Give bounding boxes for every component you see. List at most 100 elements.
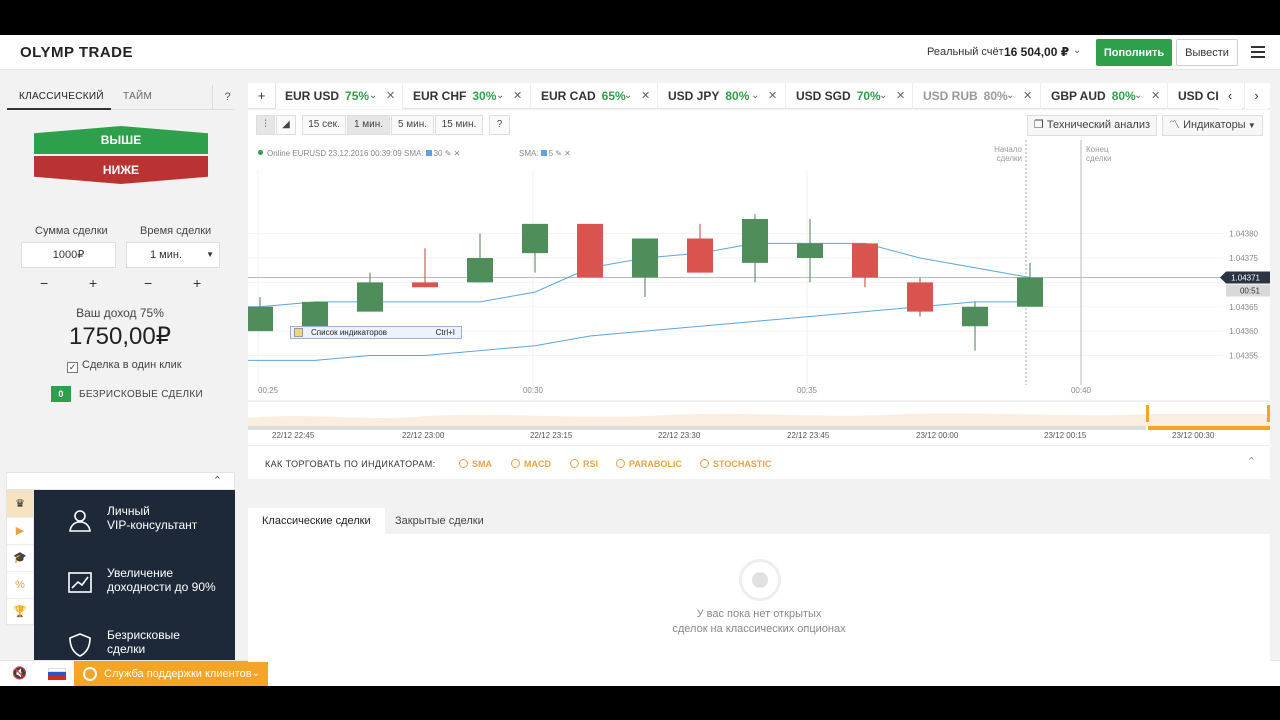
tech-analysis-button[interactable]: ❐ Технический анализ xyxy=(1027,115,1158,136)
asset-tab-eurcad[interactable]: EUR CAD 65% ⌄ ✕ xyxy=(531,83,658,109)
play-icon[interactable]: ▶ xyxy=(7,518,33,545)
asset-payout: 65% xyxy=(601,89,626,103)
lower-button[interactable]: НИЖЕ xyxy=(34,156,208,184)
asset-tab-usdsgd[interactable]: USD SGD 70% ⌄ ✕ xyxy=(786,83,913,109)
interval-15m[interactable]: 15 мин. xyxy=(435,115,483,135)
chevron-down-icon[interactable]: ⌄ xyxy=(751,83,759,109)
caret-down-icon: ▼ xyxy=(206,250,214,259)
edit-icon[interactable]: ✎ xyxy=(555,149,562,158)
account-balance[interactable]: 16 504,00 ₽ xyxy=(1004,45,1069,59)
candle-body xyxy=(577,223,603,278)
promo-vip[interactable]: Личный VIP-консультант xyxy=(34,490,235,552)
tab-classic-deals[interactable]: Классические сделки xyxy=(248,508,385,534)
scroll-left-arrow-icon[interactable]: ‹ xyxy=(1218,83,1242,109)
chevron-down-icon[interactable]: ⌄ xyxy=(496,83,504,109)
asset-name: USD SGD xyxy=(796,89,851,103)
strategy-stochastic[interactable]: STOCHASTIC xyxy=(700,459,771,469)
amount-label: Сумма сделки xyxy=(35,225,108,237)
strategy-parabolic[interactable]: PARABOLIC xyxy=(616,459,682,469)
graduation-icon[interactable]: 🎓 xyxy=(7,545,33,572)
risk-free-deals[interactable]: 0 БЕЗРИСКОВЫЕ СДЕЛКИ xyxy=(51,386,203,402)
active-tab-indicator xyxy=(7,108,111,110)
chevron-down-icon[interactable]: ⌄ xyxy=(624,83,632,109)
asset-tab-eurusd[interactable]: EUR USD 75% ⌄ ✕ xyxy=(276,83,403,109)
sound-off-icon[interactable]: 🔇 xyxy=(12,666,27,680)
add-asset-button[interactable]: + xyxy=(248,83,276,109)
hamburger-menu-icon[interactable] xyxy=(1251,46,1265,58)
chevron-up-icon[interactable]: ⌃ xyxy=(213,474,222,487)
interval-1m[interactable]: 1 мин. xyxy=(347,115,390,135)
chevron-down-icon[interactable]: ⌄ xyxy=(1134,83,1142,109)
tab-time[interactable]: ТАЙМ xyxy=(123,91,152,102)
amount-input[interactable]: 1000₽ xyxy=(21,242,116,268)
higher-button[interactable]: ВЫШЕ xyxy=(34,126,208,154)
time-navigator[interactable]: 22/12 22:45 22/12 23:00 22/12 23:15 22/1… xyxy=(248,401,1270,445)
withdraw-button[interactable]: Вывести xyxy=(1176,39,1238,66)
indicators-dropdown[interactable]: 〽 Индикаторы ▼ xyxy=(1162,115,1263,136)
sma-color-swatch xyxy=(540,150,547,156)
close-icon[interactable]: ✕ xyxy=(896,83,905,109)
y-tick-label: 1.04380 xyxy=(1229,230,1258,239)
strategy-macd[interactable]: MACD xyxy=(511,459,551,469)
crown-icon[interactable]: ♛ xyxy=(7,491,33,518)
interval-5m[interactable]: 5 мин. xyxy=(391,115,434,135)
asset-tab-usdjpy[interactable]: USD JPY 80% ⌄ ✕ xyxy=(658,83,786,109)
risk-free-count: 0 xyxy=(51,386,71,402)
close-icon[interactable]: ✕ xyxy=(513,83,522,109)
russian-flag-icon[interactable] xyxy=(48,668,66,680)
help-button[interactable]: ? xyxy=(212,85,242,110)
navigator-label: 23/12 00:00 xyxy=(916,431,959,440)
income-label: Ваш доход 75% xyxy=(76,306,164,320)
chevron-down-icon[interactable]: ⌄ xyxy=(1006,83,1014,109)
chevron-down-icon[interactable]: ⌄ xyxy=(879,83,887,109)
tab-classic[interactable]: КЛАССИЧЕСКИЙ xyxy=(19,91,104,102)
play-circle-icon xyxy=(700,459,709,468)
strategy-label: SMA xyxy=(472,459,492,469)
logo[interactable]: OLYMP TRADE xyxy=(20,44,133,61)
empty-state-icon xyxy=(739,559,781,601)
amount-decrease-button[interactable]: − xyxy=(40,275,48,291)
asset-tab-gbpaud[interactable]: GBP AUD 80% ⌄ ✕ xyxy=(1041,83,1168,109)
x-tick-label: 00:35 xyxy=(797,386,818,395)
interval-15s[interactable]: 15 сек. xyxy=(302,115,346,135)
trophy-icon[interactable]: 🏆 xyxy=(7,599,33,626)
remove-icon[interactable]: ✕ xyxy=(562,149,571,158)
price-chart[interactable]: 1.04380 1.04375 1.04365 1.04360 1.04355 00:25… xyxy=(248,140,1270,400)
time-increase-button[interactable]: + xyxy=(193,275,201,291)
close-icon[interactable]: ✕ xyxy=(1023,83,1032,109)
chart-canvas[interactable]: 1.04380 1.04375 1.04365 1.04360 1.04355 00:25… xyxy=(248,140,1270,400)
percent-icon[interactable]: % xyxy=(7,572,33,599)
lifebuoy-icon xyxy=(83,667,97,681)
amount-increase-button[interactable]: + xyxy=(89,275,97,291)
scroll-right-arrow-icon[interactable]: › xyxy=(1244,83,1268,109)
strategy-rsi[interactable]: RSI xyxy=(570,459,598,469)
sma1-label: SMA: xyxy=(404,149,424,158)
sma1-value: 30 xyxy=(433,149,443,158)
time-decrease-button[interactable]: − xyxy=(144,275,152,291)
chevron-up-icon[interactable]: ⌃ xyxy=(1247,455,1256,468)
close-icon[interactable]: ✕ xyxy=(386,83,395,109)
navigator-label: 23/12 00:30 xyxy=(1172,431,1215,440)
close-icon[interactable]: ✕ xyxy=(641,83,650,109)
asset-tab-eurchf[interactable]: EUR CHF 30% ⌄ ✕ xyxy=(403,83,531,109)
time-value: 1 мин. xyxy=(149,249,182,261)
time-select[interactable]: 1 мин. ▼ xyxy=(126,242,220,268)
asset-tab-usdrub[interactable]: USD RUB 80% ⌄ ✕ xyxy=(913,83,1041,109)
chevron-down-icon[interactable]: ⌄ xyxy=(1073,45,1081,56)
close-icon[interactable]: ✕ xyxy=(1151,83,1160,109)
indicator-list-tooltip[interactable]: Список индикаторов Ctrl+I xyxy=(290,326,462,339)
candles-chart-icon[interactable]: ⫶ xyxy=(256,115,275,135)
area-chart-icon[interactable]: ◢ xyxy=(276,115,296,135)
navigator-label: 22/12 23:45 xyxy=(787,431,830,440)
chevron-down-icon[interactable]: ⌄ xyxy=(369,83,377,109)
close-icon[interactable]: ✕ xyxy=(768,83,777,109)
chart-help-button[interactable]: ? xyxy=(489,115,510,135)
one-click-checkbox[interactable]: ✓ Сделка в один клик xyxy=(67,359,182,373)
deposit-button[interactable]: Пополнить xyxy=(1096,39,1172,66)
strategy-sma[interactable]: SMA xyxy=(459,459,492,469)
account-type-label[interactable]: Реальный счёт xyxy=(927,46,1004,58)
tab-closed-deals[interactable]: Закрытые сделки xyxy=(381,508,498,534)
support-button[interactable]: Служба поддержки клиентов ⌄ xyxy=(74,661,268,686)
remove-icon[interactable]: ✕ xyxy=(451,149,461,158)
promo-profit[interactable]: Увеличение доходности до 90% xyxy=(34,552,235,614)
